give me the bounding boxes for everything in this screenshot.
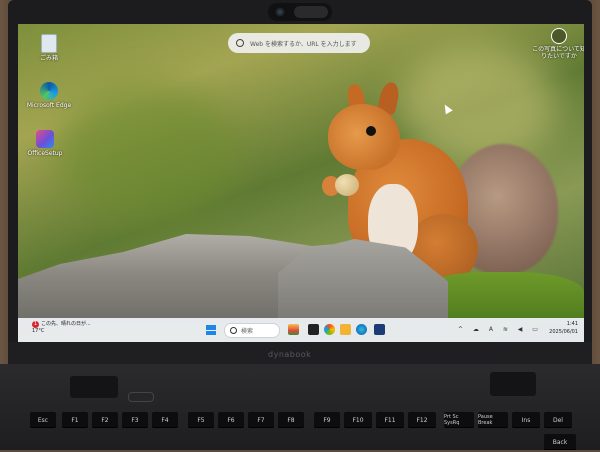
key-pause[interactable]: Pause Break	[478, 412, 508, 428]
taskbar-search[interactable]: 検索	[224, 323, 280, 338]
weather-temp: 17°C	[32, 328, 45, 334]
taskbar: 1 この先、晴れの日が... 17°C 検索 ^ ☁ A ≋ ◀ ▭ 1:41 2…	[18, 318, 584, 342]
webcam-lens-icon	[274, 6, 286, 18]
power-button[interactable]	[128, 392, 154, 402]
windows-start-icon[interactable]	[206, 325, 216, 335]
key-esc[interactable]: Esc	[30, 412, 56, 428]
edge-icon[interactable]	[356, 324, 367, 335]
store-icon[interactable]	[374, 324, 385, 335]
key-f8[interactable]: F8	[278, 412, 304, 428]
picture-info-button[interactable]: この写真について知りたいですか	[532, 28, 584, 60]
key-backspace[interactable]: Back	[544, 434, 576, 450]
system-tray[interactable]: ^ ☁ A ≋ ◀ ▭	[458, 326, 542, 333]
key-f2[interactable]: F2	[92, 412, 118, 428]
key-f10[interactable]: F10	[344, 412, 372, 428]
key-prtsc[interactable]: Prt Sc SysRq	[444, 412, 474, 428]
widget-icon[interactable]	[288, 324, 299, 335]
copilot-icon[interactable]	[324, 324, 335, 335]
search-icon	[236, 39, 244, 47]
key-f9[interactable]: F9	[314, 412, 340, 428]
desktop-icon-office-setup[interactable]: OfficeSetup	[18, 130, 72, 158]
hinge-left	[70, 376, 118, 398]
edge-icon	[40, 82, 58, 100]
key-f12[interactable]: F12	[408, 412, 436, 428]
desktop-icon-label: ごみ箱	[39, 55, 58, 62]
key-f4[interactable]: F4	[152, 412, 178, 428]
key-del[interactable]: Del	[544, 412, 572, 428]
task-view-icon[interactable]	[308, 324, 319, 335]
desktop-icon-label: OfficeSetup	[27, 150, 63, 157]
desktop-search-bar[interactable]: Web を検索するか、URL を入力します	[228, 33, 370, 53]
picture-info-label: この写真について知りたいですか	[532, 46, 584, 60]
key-f3[interactable]: F3	[122, 412, 148, 428]
key-f11[interactable]: F11	[376, 412, 404, 428]
file-explorer-icon[interactable]	[340, 324, 351, 335]
desktop-screen: ごみ箱 Microsoft Edge OfficeSetup Web を検索する…	[18, 24, 584, 342]
hinge-right	[490, 372, 536, 396]
search-placeholder: Web を検索するか、URL を入力します	[250, 40, 357, 48]
clock-date: 2025/06/01	[549, 329, 578, 335]
keyboard: Esc F1 F2 F3 F4 F5 F6 F7 F8 F9 F10 F11 F…	[30, 412, 576, 452]
nut	[335, 174, 359, 196]
clock[interactable]: 1:41 2025/06/01	[538, 320, 578, 336]
brand-logo: dynabook	[268, 350, 312, 359]
weather-text: この先、晴れの日が...	[41, 321, 91, 327]
wallpaper-bokeh	[58, 84, 238, 224]
webcam-shutter	[294, 6, 328, 18]
clock-time: 1:41	[566, 321, 578, 327]
search-icon	[230, 327, 237, 334]
squirrel-eye	[366, 126, 376, 136]
desktop-icon-label: Microsoft Edge	[26, 102, 72, 109]
key-f7[interactable]: F7	[248, 412, 274, 428]
taskbar-search-label: 検索	[241, 328, 254, 335]
key-f1[interactable]: F1	[62, 412, 88, 428]
notification-badge: 1	[32, 321, 39, 328]
desktop-icon-recycle-bin[interactable]: ごみ箱	[22, 34, 76, 63]
key-ins[interactable]: Ins	[512, 412, 540, 428]
squirrel-head	[328, 104, 400, 170]
camera-info-icon	[551, 28, 567, 44]
weather-widget[interactable]: 1 この先、晴れの日が... 17°C	[32, 321, 91, 335]
desktop-icon-edge[interactable]: Microsoft Edge	[22, 82, 76, 110]
office-icon	[36, 130, 54, 148]
recycle-bin-icon	[41, 34, 57, 53]
key-f6[interactable]: F6	[218, 412, 244, 428]
key-f5[interactable]: F5	[188, 412, 214, 428]
